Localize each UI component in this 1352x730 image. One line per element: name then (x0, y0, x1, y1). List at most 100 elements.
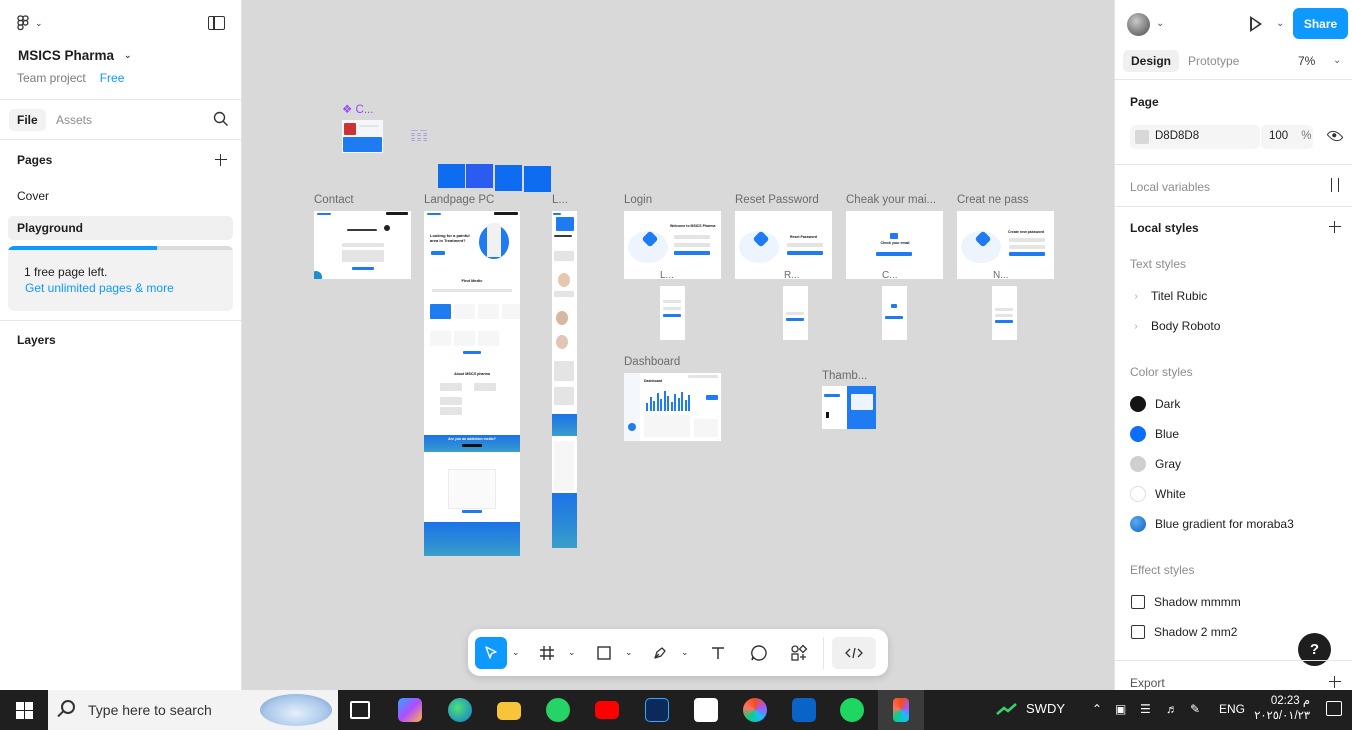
chevron-down-icon[interactable]: ⌄ (568, 647, 576, 658)
effect-style-item[interactable]: Shadow 2 mm2 (1130, 622, 1237, 642)
add-page-icon[interactable] (215, 154, 227, 166)
contact-frame[interactable] (314, 211, 411, 279)
frame-label-login-mobile[interactable]: L... (660, 270, 674, 281)
tab-assets[interactable]: Assets (48, 109, 100, 131)
chevron-down-icon[interactable]: ⌄ (512, 647, 520, 658)
photoshop-icon[interactable] (645, 698, 669, 722)
frame-label-dashboard[interactable]: Dashboard (624, 356, 680, 368)
tab-design[interactable]: Design (1123, 50, 1180, 72)
frame-label-check-mobile[interactable]: C... (882, 270, 898, 281)
color-style-item[interactable]: Gray (1130, 454, 1181, 474)
language-indicator[interactable]: ENG (1219, 702, 1245, 716)
page-color-field[interactable]: D8D8D8 (1130, 125, 1260, 149)
page-color-swatch[interactable] (1135, 130, 1149, 144)
webcam-icon[interactable]: ▣ (1115, 702, 1126, 716)
resources-tool-button[interactable] (783, 637, 815, 669)
chevron-down-icon[interactable]: ⌄ (1276, 18, 1284, 29)
blue-square-frame[interactable] (524, 166, 551, 192)
export-label[interactable]: Export (1130, 676, 1165, 690)
comment-tool-button[interactable] (743, 637, 775, 669)
component-card-frame[interactable] (342, 120, 383, 153)
color-style-item[interactable]: White (1130, 484, 1186, 504)
chevron-down-icon[interactable]: ⌄ (1156, 18, 1164, 29)
mobile-frame[interactable] (552, 211, 577, 548)
frame-label-check[interactable]: Cheak your mai... (846, 194, 936, 206)
notion-icon[interactable] (694, 698, 718, 722)
stock-widget[interactable]: SWDY (996, 701, 1065, 716)
text-style-item[interactable]: › Titel Rubic (1130, 286, 1207, 306)
color-style-item[interactable]: Blue gradient for moraba3 (1130, 514, 1294, 534)
thumbnail-frame[interactable] (822, 386, 876, 429)
frame-label-contact[interactable]: Contact (314, 194, 354, 206)
figma-app-icon[interactable] (743, 698, 767, 722)
effect-style-item[interactable]: Shadow mmmm (1130, 592, 1241, 612)
page-opacity-field[interactable]: 100% (1261, 125, 1313, 149)
edge-icon[interactable] (448, 698, 472, 722)
frame-label-login[interactable]: Login (624, 194, 652, 206)
check-mobile-frame[interactable] (882, 286, 907, 340)
file-explorer-icon[interactable] (497, 702, 521, 720)
blue-square-frame[interactable] (438, 164, 465, 188)
whatsapp-icon[interactable] (546, 698, 570, 722)
frame-label-landpage[interactable]: Landpage PC (424, 194, 494, 206)
show-hidden-icons[interactable]: ⌃ (1092, 702, 1102, 716)
eye-icon[interactable] (1326, 127, 1344, 145)
pen-tool-button[interactable] (644, 637, 676, 669)
color-style-item[interactable]: Dark (1130, 394, 1180, 414)
dev-mode-toggle[interactable] (832, 637, 876, 669)
frame-label-reset[interactable]: Reset Password (735, 194, 819, 206)
component-variants[interactable]: — — = = = = = = (411, 127, 435, 146)
variables-settings-icon[interactable] (1328, 178, 1342, 192)
windows-start-icon[interactable] (16, 702, 33, 719)
move-tool-button[interactable] (475, 637, 507, 669)
create-password-frame[interactable]: Create new password (957, 211, 1054, 279)
share-button[interactable]: Share (1293, 8, 1348, 39)
volume-icon[interactable]: ♬ (1166, 702, 1178, 716)
dashboard-frame[interactable]: Dashboard (624, 373, 721, 441)
add-export-icon[interactable] (1329, 676, 1341, 688)
component-label[interactable]: ❖ C... (342, 102, 373, 116)
taskbar-search[interactable]: Type here to search (48, 690, 338, 730)
pen-input-icon[interactable]: ✎ (1190, 702, 1200, 716)
reset-mobile-frame[interactable] (783, 286, 808, 340)
blue-square-frame[interactable] (466, 164, 493, 188)
tab-file[interactable]: File (9, 109, 46, 131)
frame-label-create-mobile[interactable]: N... (993, 270, 1009, 281)
help-button[interactable]: ? (1298, 633, 1331, 666)
local-variables-label[interactable]: Local variables (1130, 180, 1210, 194)
create-mobile-frame[interactable] (992, 286, 1017, 340)
user-avatar[interactable] (1127, 13, 1150, 36)
frame-label-create[interactable]: Creat ne pass (957, 194, 1029, 206)
tab-prototype[interactable]: Prototype (1180, 50, 1247, 72)
blue-square-frame[interactable] (495, 165, 522, 191)
system-clock[interactable]: م 02:23 ٢٠٢٥/٠١/٢٣ (1254, 694, 1310, 724)
color-style-item[interactable]: Blue (1130, 424, 1179, 444)
project-name[interactable]: MSICS Pharma ⌄ (18, 48, 132, 63)
chevron-down-icon[interactable]: ⌄ (1333, 55, 1341, 66)
shape-tool-button[interactable] (588, 637, 620, 669)
search-icon[interactable] (213, 111, 229, 127)
login-mobile-frame[interactable] (660, 286, 685, 340)
page-item-playground[interactable]: Playground (8, 216, 233, 240)
chevron-down-icon[interactable]: ⌄ (625, 647, 633, 658)
youtube-icon[interactable] (595, 701, 619, 719)
outlook-icon[interactable] (792, 698, 816, 722)
zoom-level[interactable]: 7% (1298, 54, 1315, 68)
frame-label-thumbnail[interactable]: Thamb... (822, 370, 867, 382)
task-view-icon[interactable] (350, 701, 370, 719)
frame-tool-button[interactable] (531, 637, 563, 669)
frame-label-reset-mobile[interactable]: R... (784, 270, 800, 281)
frame-label-mobile[interactable]: L... (552, 194, 568, 206)
reset-password-frame[interactable]: Reset Password (735, 211, 832, 279)
present-play-icon[interactable] (1250, 16, 1262, 32)
main-menu-button[interactable]: ⌄ (17, 15, 43, 31)
canvas[interactable]: ❖ C... — — = = = = = = Contact Landpage PC… (242, 0, 1114, 690)
copilot-icon[interactable] (398, 698, 422, 722)
upgrade-link[interactable]: Get unlimited pages & more (25, 281, 174, 295)
notification-icon[interactable] (1326, 701, 1342, 716)
landpage-frame[interactable]: Looking for a painful area in Treatment?… (424, 211, 520, 556)
figma-active-window[interactable] (878, 690, 924, 730)
login-frame[interactable]: Welcome to MSICS Pharma (624, 211, 721, 279)
check-email-frame[interactable]: Check your email (846, 211, 943, 279)
sidebar-toggle-icon[interactable] (208, 16, 225, 30)
